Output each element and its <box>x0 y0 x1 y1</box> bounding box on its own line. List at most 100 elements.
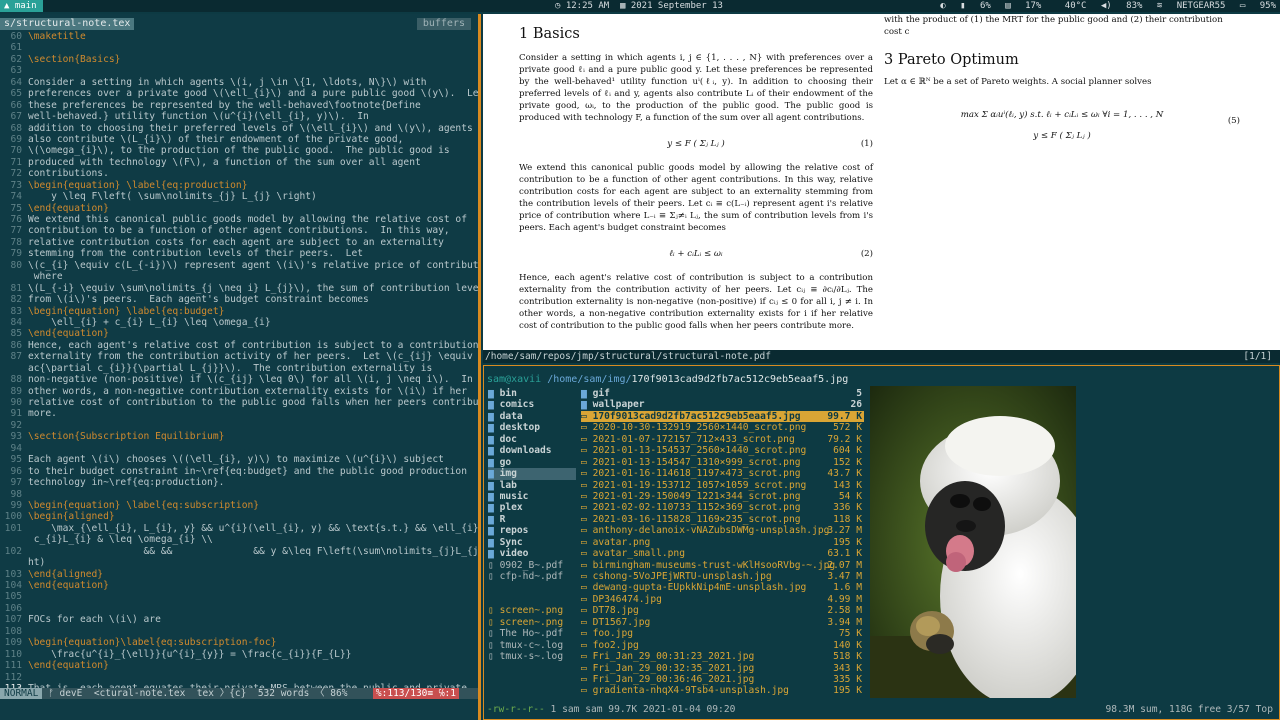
fm-parent-entry[interactable]: ▆ go <box>488 457 576 468</box>
fm-parent-entry[interactable] <box>488 582 576 593</box>
fm-file-entry[interactable]: ▭ 2021-01-16-114618_1197×473_scrot.png 43… <box>581 468 864 479</box>
code-line[interactable]: 72 contributions. <box>0 168 479 179</box>
code-line[interactable]: 110 \frac{u^{i}_{\ell}}{u^{i}_{y}} = \fr… <box>0 649 479 660</box>
fm-parent-entry[interactable]: ▆ doc <box>488 434 576 445</box>
fm-file-entry[interactable]: ▭ Fri_Jan_29_00:31:23_2021.jpg 518 K <box>581 651 864 662</box>
fm-file-entry[interactable]: ▭ birmingham-museums-trust-wKlHsooRVbg-~… <box>581 560 864 571</box>
code-line[interactable]: 103 \end{aligned} <box>0 569 479 580</box>
fm-parent-entry[interactable]: ▯ screen~.png <box>488 617 576 628</box>
fm-file-list[interactable]: ▆ gif 5 ▆ wallpaper 26 ▭ 170f9013cad9d2fb7ac… <box>581 388 864 697</box>
code-line[interactable]: 89 other words, a non-negative contributi… <box>0 386 479 397</box>
code-line[interactable]: 61 <box>0 42 479 53</box>
code-line[interactable]: 66 these preferences be represented by th… <box>0 100 479 111</box>
fm-folder-entry[interactable]: ▆ wallpaper 26 <box>581 399 864 410</box>
code-line[interactable]: 92 <box>0 420 479 431</box>
code-line[interactable]: 101 \max_{\ell_{i}, L_{i}, y} && u^{i}(\… <box>0 523 479 534</box>
fm-file-entry[interactable]: ▭ DT1567.jpg 3.94 M <box>581 617 864 628</box>
volume-status[interactable]: ◀) 83% <box>1101 1 1143 11</box>
code-line[interactable]: 62 \section{Basics} <box>0 54 479 65</box>
fm-file-entry[interactable]: ▭ gradienta-nhqX4-9Tsb4-unsplash.jpg 195 … <box>581 685 864 696</box>
fm-file-entry[interactable]: ▭ 2021-01-13-154537_2560×1440_scrot.png 6… <box>581 445 864 456</box>
fm-parent-entry[interactable]: ▆ repos <box>488 525 576 536</box>
code-line[interactable]: c_{i}L_{i} & \leq \omega_{i} \\ <box>0 534 479 545</box>
code-line[interactable]: 64 Consider a setting in which agents \(i… <box>0 77 479 88</box>
fm-file-entry[interactable]: ▭ 2021-01-13-154547_1310×999_scrot.png 15… <box>581 457 864 468</box>
code-line[interactable]: 78 relative contribution costs for each a… <box>0 237 479 248</box>
code-line[interactable]: 69 also contribute \(L_{i}\) of their end… <box>0 134 479 145</box>
code-line[interactable]: 104 \end{equation} <box>0 580 479 591</box>
code-line[interactable]: 74 y \leq F\left( \sum\nolimits_{j} L_{j… <box>0 191 479 202</box>
code-line[interactable]: 60 \maketitle <box>0 31 479 42</box>
fm-file-entry[interactable]: ▭ 2021-02-02-110733_1152×369_scrot.png 33… <box>581 502 864 513</box>
code-line[interactable]: 105 <box>0 591 479 602</box>
fm-parent-entry[interactable]: ▆ bin <box>488 388 576 399</box>
fm-parent-entry[interactable]: ▯ 0902_B~.pdf <box>488 560 576 571</box>
code-line[interactable]: 94 <box>0 443 479 454</box>
code-line[interactable]: 80 \(c_{i} \equiv c(L_{-i})\) represent a… <box>0 260 479 271</box>
code-line[interactable]: 107 FOCs for each \(i\) are <box>0 614 479 625</box>
editor-file-tab[interactable]: s/structural-note.tex <box>0 18 135 30</box>
code-line[interactable]: 111 \end{equation} <box>0 660 479 671</box>
code-line[interactable]: 86 Hence, each agent's relative cost of c… <box>0 340 479 351</box>
fm-file-entry[interactable]: ▭ 2021-01-07-172157_712×433_scrot.png 79.… <box>581 434 864 445</box>
code-line[interactable]: 100 \begin{aligned} <box>0 511 479 522</box>
file-manager-pane[interactable]: sam@xavii /home/sam/img/170f9013cad9d2fb… <box>483 365 1280 720</box>
code-line[interactable]: 95 Each agent \(i\) chooses \((\ell_{i}, … <box>0 454 479 465</box>
code-line[interactable]: 96 to their budget constraint in~\ref{eq:… <box>0 466 479 477</box>
fm-file-entry[interactable]: ▭ 2021-01-29-150049_1221×344_scrot.png 54… <box>581 491 864 502</box>
code-line[interactable]: 99 \begin{equation} \label{eq:subscriptio… <box>0 500 479 511</box>
code-line[interactable]: 70 \(\omega_{i}\), to the production of t… <box>0 145 479 156</box>
fm-parent-entry[interactable]: ▆ video <box>488 548 576 559</box>
fm-parent-column[interactable]: ▆ bin ▆ comics ▆ data ▆ desktop ▆ doc ▆ downl… <box>488 388 576 663</box>
code-line[interactable]: 98 <box>0 489 479 500</box>
fm-file-entry[interactable]: ▭ avatar.png 195 K <box>581 537 864 548</box>
code-line[interactable]: 102 && && && y &\leq F\left(\sum\nolimit… <box>0 546 479 557</box>
fm-parent-entry[interactable]: ▆ downloads <box>488 445 576 456</box>
code-line[interactable]: ht) <box>0 557 479 568</box>
fm-file-entry[interactable]: ▭ DT78.jpg 2.58 M <box>581 605 864 616</box>
fm-file-entry[interactable]: ▭ Fri_Jan_29_00:36:46_2021.jpg 335 K <box>581 674 864 685</box>
fm-file-entry[interactable]: ▭ anthony-delanoix-vNAZubsDWMg-unsplash.… <box>581 525 864 536</box>
fm-file-entry[interactable]: ▭ 2021-01-19-153712_1057×1059_scrot.png 1… <box>581 480 864 491</box>
code-line[interactable]: 85 \end{equation} <box>0 328 479 339</box>
code-line[interactable]: 73 \begin{equation} \label{eq:production} <box>0 180 479 191</box>
code-line[interactable]: 67 well-behaved.} utility function \(u^{i… <box>0 111 479 122</box>
fm-file-entry[interactable]: ▭ 2021-03-16-115828_1169×235_scrot.png 11… <box>581 514 864 525</box>
code-line[interactable]: 87 externality from the contribution acti… <box>0 351 479 362</box>
code-line[interactable]: 65 preferences over a private good \(\ell… <box>0 88 479 99</box>
fm-parent-entry[interactable]: ▆ desktop <box>488 422 576 433</box>
fm-parent-entry[interactable]: ▆ plex <box>488 502 576 513</box>
code-line[interactable]: 82 from \(i\)'s peers. Each agent's budge… <box>0 294 479 305</box>
code-line[interactable]: 84 \ell_{i} + c_{i} L_{i} \leq \omega_{i… <box>0 317 479 328</box>
fm-parent-entry[interactable]: ▯ tmux-c~.log <box>488 640 576 651</box>
code-line[interactable]: 93 \section{Subscription Equilibrium} <box>0 431 479 442</box>
code-line[interactable]: 106 <box>0 603 479 614</box>
fm-parent-entry[interactable]: ▯ screen~.png <box>488 605 576 616</box>
code-line[interactable]: 71 produced with technology \(F\), a func… <box>0 157 479 168</box>
code-line[interactable]: 79 stemming from the contribution levels … <box>0 248 479 259</box>
fm-parent-entry[interactable]: ▆ data <box>488 411 576 422</box>
pdf-viewer[interactable]: 1 Basics Consider a setting in which age… <box>483 14 1280 350</box>
code-line[interactable]: ac{\partial c_{i}}{\partial L_{j}}\). Th… <box>0 363 479 374</box>
code-line[interactable]: 91 more. <box>0 408 479 419</box>
code-line[interactable]: 81 \(L_{-i} \equiv \sum\nolimits_{j \neq … <box>0 283 479 294</box>
code-line[interactable]: where <box>0 271 479 282</box>
code-line[interactable]: 112 <box>0 672 479 683</box>
fm-parent-entry[interactable] <box>488 594 576 605</box>
fm-file-entry[interactable]: ▭ foo2.jpg 140 K <box>581 640 864 651</box>
code-line[interactable]: 68 addition to choosing their preferred l… <box>0 123 479 134</box>
fm-parent-entry[interactable]: ▆ Sync <box>488 537 576 548</box>
wifi-status[interactable]: ≋ NETGEAR55 <box>1157 1 1226 11</box>
fm-parent-entry[interactable]: ▆ music <box>488 491 576 502</box>
code-line[interactable]: 63 <box>0 65 479 76</box>
fm-parent-entry[interactable]: ▯ tmux-s~.log <box>488 651 576 662</box>
buffers-label[interactable]: buffers <box>416 18 471 30</box>
fm-file-entry[interactable]: ▭ 2020-10-30-132919_2560×1440_scrot.png 5… <box>581 422 864 433</box>
fm-file-entry[interactable]: ▭ DP346474.jpg 4.99 M <box>581 594 864 605</box>
code-line[interactable]: 75 \end{equation} <box>0 203 479 214</box>
fm-parent-entry[interactable]: ▆ lab <box>488 480 576 491</box>
fm-folder-entry[interactable]: ▆ gif 5 <box>581 388 864 399</box>
fm-parent-entry[interactable]: ▆ img <box>488 468 576 480</box>
fm-file-entry[interactable]: ▭ dewang-gupta-EUpkkNip4mE-unsplash.jpg 1… <box>581 582 864 593</box>
tex-editor-pane[interactable]: s/structural-note.tex buffers 60 \maketit… <box>0 14 480 720</box>
